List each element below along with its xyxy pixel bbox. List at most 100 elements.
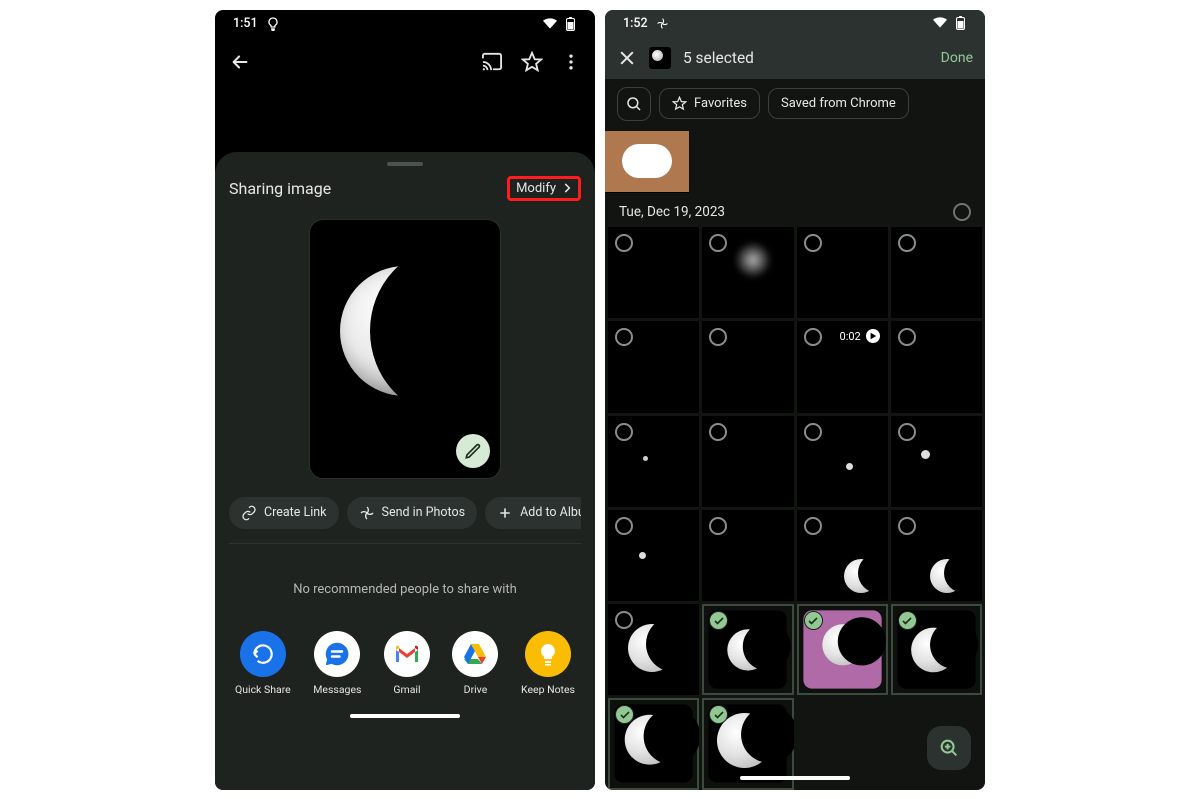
- select-ring[interactable]: [615, 423, 633, 441]
- star-icon[interactable]: [521, 51, 543, 73]
- wifi-icon: [543, 17, 557, 31]
- back-icon[interactable]: [229, 51, 251, 73]
- nav-home-pill[interactable]: [740, 776, 850, 780]
- grid-cell[interactable]: [608, 510, 699, 601]
- grid-cell[interactable]: [797, 510, 888, 601]
- video-duration: 0:02: [840, 330, 861, 343]
- select-ring[interactable]: [709, 234, 727, 252]
- status-time: 1:51: [233, 16, 258, 31]
- create-link-label: Create Link: [264, 505, 327, 520]
- app-gmail[interactable]: Gmail: [384, 631, 430, 696]
- grid-cell[interactable]: [891, 510, 982, 601]
- select-ring[interactable]: [898, 328, 916, 346]
- app-messages[interactable]: Messages: [313, 631, 361, 696]
- check-icon[interactable]: [804, 611, 823, 630]
- moon-image: [340, 266, 470, 396]
- select-ring[interactable]: [615, 517, 633, 535]
- grid-cell-selected[interactable]: [797, 604, 888, 695]
- no-recommended-text: No recommended people to share with: [229, 582, 581, 597]
- grid-cell[interactable]: [608, 604, 699, 695]
- select-ring[interactable]: [804, 234, 822, 252]
- grid-cell[interactable]: [891, 227, 982, 318]
- select-ring[interactable]: [804, 423, 822, 441]
- grid-cell[interactable]: [891, 416, 982, 507]
- send-photos-chip[interactable]: Send in Photos: [347, 497, 478, 529]
- search-button[interactable]: [617, 87, 651, 121]
- grid-cell[interactable]: [702, 321, 793, 412]
- share-apps-row: Quick Share Messages: [229, 631, 581, 712]
- grid-cell-selected[interactable]: [608, 698, 699, 789]
- grid-cell[interactable]: [608, 416, 699, 507]
- grid-cell-selected[interactable]: [702, 604, 793, 695]
- edit-fab[interactable]: [456, 434, 490, 468]
- phone-left: 1:51: [215, 10, 595, 790]
- selection-count: 5 selected: [683, 49, 754, 67]
- filter-favorites[interactable]: Favorites: [659, 88, 760, 119]
- gmail-icon: [392, 642, 422, 666]
- app-quick-share[interactable]: Quick Share: [235, 631, 291, 696]
- grid-cell[interactable]: [702, 416, 793, 507]
- filter-saved-chrome[interactable]: Saved from Chrome: [768, 88, 909, 119]
- app-label: Quick Share: [235, 683, 291, 696]
- photo-grid: 0:02: [605, 227, 985, 790]
- wifi-icon: [933, 16, 947, 30]
- grid-cell[interactable]: [702, 227, 793, 318]
- select-all-ring[interactable]: [953, 203, 971, 221]
- share-preview[interactable]: [309, 219, 501, 479]
- grid-cell-selected[interactable]: [891, 604, 982, 695]
- messages-icon: [322, 639, 352, 669]
- create-link-chip[interactable]: Create Link: [229, 497, 339, 529]
- star-icon: [672, 96, 687, 111]
- nav-home-pill[interactable]: [350, 714, 460, 718]
- sheet-title: Sharing image: [229, 179, 331, 198]
- grid-cell[interactable]: 0:02: [797, 321, 888, 412]
- modify-button[interactable]: Modify: [507, 176, 581, 201]
- select-ring[interactable]: [804, 517, 822, 535]
- app-label: Messages: [313, 683, 361, 696]
- selection-thumbnail: [649, 47, 671, 69]
- action-chip-row: Create Link Send in Photos Add to Album: [229, 497, 581, 544]
- check-icon[interactable]: [898, 611, 917, 630]
- grid-cell[interactable]: [891, 321, 982, 412]
- add-album-label: Add to Album: [520, 505, 581, 520]
- app-topbar: [215, 38, 595, 86]
- quick-share-icon: [250, 641, 276, 667]
- select-ring[interactable]: [615, 234, 633, 252]
- share-sheet: Sharing image Modify Create Link Send: [215, 152, 595, 790]
- select-ring[interactable]: [709, 517, 727, 535]
- select-ring[interactable]: [615, 611, 633, 629]
- select-ring[interactable]: [898, 517, 916, 535]
- status-bar: 1:52: [605, 10, 985, 37]
- zoom-fab[interactable]: [927, 726, 971, 770]
- grid-cell[interactable]: [797, 227, 888, 318]
- app-keep[interactable]: Keep Notes: [521, 631, 575, 696]
- grid-cell[interactable]: [797, 416, 888, 507]
- drag-handle[interactable]: [387, 162, 423, 166]
- cast-icon[interactable]: [481, 52, 503, 72]
- photo-backdrop: [215, 86, 595, 152]
- app-drive[interactable]: Drive: [452, 631, 498, 696]
- grid-cell[interactable]: [608, 321, 699, 412]
- chevron-right-icon: [560, 181, 574, 195]
- grid-cell[interactable]: [702, 510, 793, 601]
- select-ring[interactable]: [709, 423, 727, 441]
- select-ring[interactable]: [898, 423, 916, 441]
- grid-cell[interactable]: [608, 227, 699, 318]
- filter-saved-label: Saved from Chrome: [781, 96, 896, 111]
- select-ring[interactable]: [804, 328, 822, 346]
- date-header: Tue, Dec 19, 2023: [605, 193, 985, 227]
- pinwheel-icon: [359, 505, 375, 521]
- select-ring[interactable]: [709, 328, 727, 346]
- add-album-chip[interactable]: Add to Album: [485, 497, 581, 529]
- play-icon: [866, 329, 880, 343]
- send-photos-label: Send in Photos: [382, 505, 466, 520]
- plus-icon: [497, 505, 513, 521]
- app-label: Gmail: [393, 683, 420, 696]
- select-ring[interactable]: [898, 234, 916, 252]
- other-date-thumbnail[interactable]: [605, 131, 689, 193]
- more-vert-icon[interactable]: [561, 52, 581, 72]
- select-ring[interactable]: [615, 328, 633, 346]
- pinwheel-icon: [656, 16, 670, 30]
- close-icon[interactable]: [617, 48, 637, 68]
- done-button[interactable]: Done: [941, 50, 973, 66]
